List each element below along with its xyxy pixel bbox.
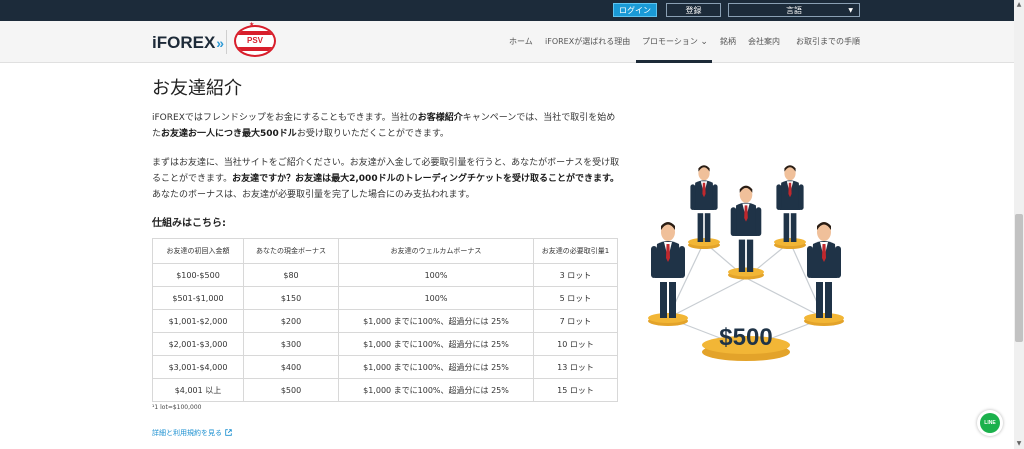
table-row: $3,001-$4,000 $400 $1,000 までに100%、超過分には … [152, 355, 618, 379]
nav-item-instruments[interactable]: 銘柄 [720, 36, 736, 47]
caret-down-icon: ▼ [848, 7, 853, 14]
how-it-works-paragraph: まずはお友達に、当社サイトをご紹介ください。お友達が入金して必要取引量を行うと、… [152, 158, 620, 200]
table-cell: $1,000 までに100%、超過分には 25% [338, 332, 534, 356]
nav-item-about[interactable]: 会社案内 [748, 36, 780, 47]
terms-link-label: 詳細と利用規約を見る [152, 429, 222, 437]
table-cell: 15 ロット [533, 378, 618, 402]
table-cell: 7 ロット [533, 309, 618, 333]
table-header-row: お友達の初回入金額 あなたの現金ボーナス お友達のウェルカムボーナス お友達の必… [152, 238, 618, 264]
table-cell: $3,001-$4,000 [152, 355, 244, 379]
table-header: お友達の初回入金額 [152, 238, 244, 264]
page-title: お友達紹介 [152, 78, 242, 99]
nav-item-why-iforex[interactable]: iFOREXが選ばれる理由 [545, 36, 630, 47]
table-cell: $4,001 以上 [152, 378, 244, 402]
platform [804, 313, 844, 323]
chevrons-icon: » [216, 35, 225, 51]
table-cell: $1,000 までに100%、超過分には 25% [338, 355, 534, 379]
table-cell: $200 [243, 309, 339, 333]
nav-item-how-to-trade[interactable]: お取引までの手順 [796, 36, 860, 47]
table-cell: $80 [243, 263, 339, 287]
top-bar [0, 0, 1024, 21]
table-header: お友達の必要取引量1 [533, 238, 618, 264]
table-cell: $100-$500 [152, 263, 244, 287]
table-cell: $500 [243, 378, 339, 402]
table-cell: $501-$1,000 [152, 286, 244, 310]
table-cell: $300 [243, 332, 339, 356]
table-cell: $1,000 までに100%、超過分には 25% [338, 309, 534, 333]
platform [728, 267, 764, 277]
psv-partner-logo: PSV [234, 25, 276, 57]
scroll-down-arrow-icon[interactable]: ▼ [1014, 439, 1024, 449]
nav-item-promotions[interactable]: プロモーション ⌄ [642, 36, 708, 47]
table-cell: 10 ロット [533, 332, 618, 356]
table-cell: 3 ロット [533, 263, 618, 287]
terms-link[interactable]: 詳細と利用規約を見る [152, 428, 232, 438]
platform [688, 238, 720, 246]
table-cell: $150 [243, 286, 339, 310]
external-link-icon [225, 429, 232, 436]
intro-paragraph: iFOREXではフレンドシップをお金にすることもできます。当社のお客様紹介キャン… [152, 113, 616, 139]
line-chat-icon: LINE [980, 413, 1000, 433]
businessman-figure [690, 165, 718, 242]
login-button[interactable]: ログイン [613, 3, 657, 17]
iforex-logo[interactable]: iFOREX» [152, 33, 224, 53]
table-cell: 100% [338, 263, 534, 287]
businessman-figure [730, 185, 762, 272]
nav-item-promotions-label: プロモーション [642, 37, 698, 46]
chevron-down-icon: ⌄ [700, 37, 708, 47]
table-row: $2,001-$3,000 $300 $1,000 までに100%、超過分には … [152, 332, 618, 356]
table-cell: 5 ロット [533, 286, 618, 310]
table-header: お友達のウェルカムボーナス [338, 238, 534, 264]
language-label: 言語 [786, 6, 802, 15]
table-row: $501-$1,000 $150 100% 5 ロット [152, 286, 618, 310]
bonus-amount-label: $500 [719, 324, 772, 351]
section-subheading: 仕組みはこちら: [152, 218, 226, 229]
table-row: $1,001-$2,000 $200 $1,000 までに100%、超過分には … [152, 309, 618, 333]
businessman-figure [807, 222, 841, 318]
logo-divider [226, 30, 227, 54]
table-cell: $400 [243, 355, 339, 379]
table-cell: $1,000 までに100%、超過分には 25% [338, 378, 534, 402]
table-cell: 100% [338, 286, 534, 310]
nav-item-home[interactable]: ホーム [509, 36, 533, 47]
referral-network-illustration: $500 [648, 165, 844, 361]
table-row: $4,001 以上 $500 $1,000 までに100%、超過分には 25% … [152, 378, 618, 402]
active-nav-indicator [636, 60, 712, 63]
scroll-up-arrow-icon[interactable]: ▲ [1014, 0, 1024, 10]
table-cell: 13 ロット [533, 355, 618, 379]
platform [648, 313, 688, 323]
table-header: あなたの現金ボーナス [243, 238, 339, 264]
line-chat-button[interactable]: LINE [977, 410, 1003, 436]
lot-footnote: ¹1 lot=$100,000 [152, 404, 202, 411]
scrollbar-thumb[interactable] [1015, 214, 1023, 342]
language-select[interactable]: 言語 ▼ [728, 3, 860, 17]
register-button[interactable]: 登録 [666, 3, 721, 17]
table-cell: $2,001-$3,000 [152, 332, 244, 356]
platform [774, 238, 806, 246]
table-row: $100-$500 $80 100% 3 ロット [152, 263, 618, 287]
businessman-figure [776, 165, 804, 242]
businessman-figure [651, 222, 685, 318]
table-cell: $1,001-$2,000 [152, 309, 244, 333]
referral-bonus-table: お友達の初回入金額 あなたの現金ボーナス お友達のウェルカムボーナス お友達の必… [152, 238, 618, 402]
